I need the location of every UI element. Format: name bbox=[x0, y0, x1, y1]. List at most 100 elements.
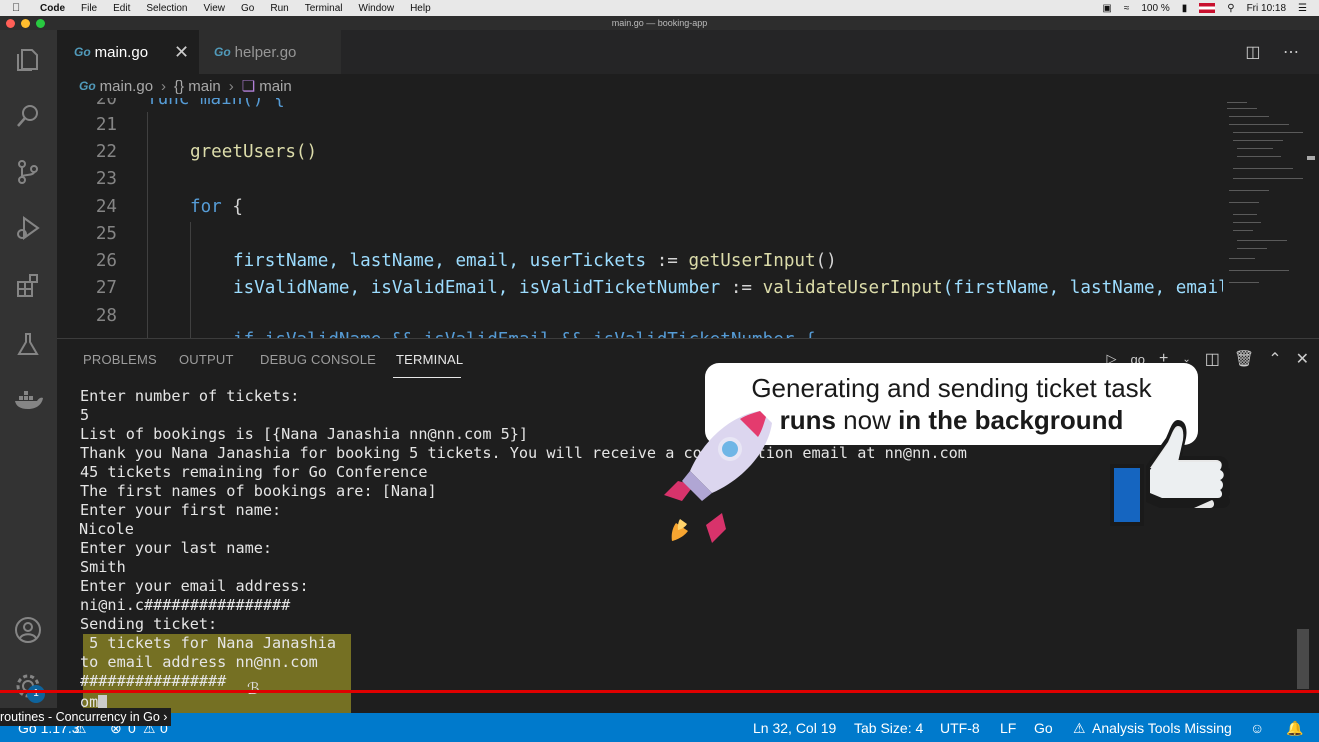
menu-help[interactable]: Help bbox=[410, 3, 431, 14]
line-ending[interactable]: LF bbox=[1000, 720, 1016, 736]
chevron-right-icon: › bbox=[163, 710, 168, 724]
extensions-icon[interactable] bbox=[12, 270, 44, 302]
terminal-scrollbar[interactable] bbox=[1297, 629, 1309, 689]
minimize-window-button[interactable] bbox=[21, 19, 30, 28]
breadcrumb-symbol[interactable]: main bbox=[259, 78, 292, 95]
tab-label: main.go bbox=[94, 43, 149, 61]
battery-status[interactable]: 100 % bbox=[1141, 3, 1169, 14]
menu-file[interactable]: File bbox=[81, 3, 97, 14]
breadcrumb-func[interactable]: {} main bbox=[174, 78, 221, 95]
go-file-icon: Go bbox=[214, 45, 231, 59]
tab-helper-go[interactable]: Go helper.go bbox=[199, 30, 341, 74]
cursor-position[interactable]: Ln 32, Col 19 bbox=[753, 720, 836, 736]
trash-icon[interactable]: 🗑 bbox=[1234, 349, 1254, 369]
tab-size[interactable]: Tab Size: 4 bbox=[854, 720, 923, 736]
indent-guide bbox=[190, 222, 191, 338]
breadcrumb-file[interactable]: main.go bbox=[100, 78, 153, 95]
menu-view[interactable]: View bbox=[204, 3, 226, 14]
line-number: 24 bbox=[95, 197, 117, 217]
terminal-line: to email address nn@nn.com bbox=[80, 653, 318, 671]
go-file-icon: Go bbox=[79, 79, 96, 93]
window-title: main.go — booking-app bbox=[611, 18, 708, 28]
editor-actions: ◫ ⋯ bbox=[1245, 42, 1299, 62]
terminal-line: 45 tickets remaining for Go Conference bbox=[80, 463, 428, 481]
split-editor-icon[interactable]: ◫ bbox=[1245, 44, 1260, 61]
tab-debug-console[interactable]: DEBUG CONSOLE bbox=[260, 352, 376, 367]
flag-icon[interactable] bbox=[1199, 3, 1216, 13]
explorer-icon[interactable] bbox=[12, 44, 44, 76]
terminal-line: Thank you Nana Janashia for booking 5 ti… bbox=[80, 444, 967, 462]
line-number: 22 bbox=[95, 142, 117, 162]
code-line: greetUsers() bbox=[190, 142, 318, 162]
terminal-line: ni@ni.c################ bbox=[80, 596, 291, 614]
language-mode[interactable]: Go bbox=[1034, 720, 1053, 736]
analysis-tools-status[interactable]: Analysis Tools Missing bbox=[1092, 720, 1232, 736]
editor-tab-bar: Go main.go ✕ Go helper.go ◫ ⋯ bbox=[57, 30, 1319, 74]
line-number: 20 bbox=[95, 98, 117, 109]
source-control-icon[interactable] bbox=[12, 156, 44, 188]
feedback-icon[interactable]: ☺ bbox=[1250, 720, 1264, 736]
bell-icon[interactable]: 🔔 bbox=[1286, 720, 1303, 737]
close-icon[interactable]: ✕ bbox=[174, 42, 189, 63]
menu-selection[interactable]: Selection bbox=[146, 3, 187, 14]
line-number: 27 bbox=[95, 278, 117, 298]
cube-icon: ❏ bbox=[241, 78, 256, 95]
accounts-icon[interactable] bbox=[12, 614, 44, 646]
active-tab-indicator bbox=[393, 377, 461, 378]
menu-window[interactable]: Window bbox=[359, 3, 395, 14]
encoding[interactable]: UTF-8 bbox=[940, 720, 980, 736]
code-editor[interactable]: 20 func main() { 21 22 greetUsers() 23 2… bbox=[57, 98, 1223, 338]
terminal-line: Enter your first name: bbox=[80, 501, 282, 519]
terminal-line: ################ bbox=[80, 672, 227, 690]
code-line: firstName, lastName, email, userTickets … bbox=[233, 251, 837, 271]
go-file-icon: Go bbox=[74, 45, 91, 59]
video-chapter-title[interactable]: routines - Concurrency in Go › bbox=[0, 708, 172, 726]
code-line: if isValidName && isValidEmail && isVali… bbox=[233, 330, 816, 338]
menu-terminal[interactable]: Terminal bbox=[305, 3, 343, 14]
thumbs-up-icon bbox=[1110, 420, 1230, 526]
zoom-window-button[interactable] bbox=[36, 19, 45, 28]
code-line: isValidName, isValidEmail, isValidTicket… bbox=[233, 278, 1223, 298]
close-panel-icon[interactable]: ✕ bbox=[1296, 349, 1309, 369]
line-number: 26 bbox=[95, 251, 117, 271]
tab-output[interactable]: OUTPUT bbox=[179, 352, 234, 367]
text-cursor-icon: ℬ bbox=[247, 679, 260, 699]
tab-main-go[interactable]: Go main.go ✕ bbox=[57, 30, 199, 74]
spotlight-icon[interactable]: ⚲ bbox=[1227, 3, 1234, 14]
chevron-right-icon: › bbox=[161, 77, 167, 95]
tab-terminal[interactable]: TERMINAL bbox=[396, 352, 463, 367]
chevron-right-icon: › bbox=[228, 77, 234, 95]
apple-icon[interactable]:  bbox=[12, 2, 26, 14]
menu-edit[interactable]: Edit bbox=[113, 3, 130, 14]
control-center-icon[interactable]: ☰ bbox=[1298, 3, 1307, 14]
testing-icon[interactable] bbox=[12, 328, 44, 360]
split-terminal-icon[interactable]: ◫ bbox=[1205, 349, 1220, 369]
terminal-line: List of bookings is [{Nana Janashia nn@n… bbox=[80, 425, 529, 443]
minimap[interactable] bbox=[1223, 98, 1319, 338]
battery-icon: ▮ bbox=[1181, 2, 1188, 14]
docker-icon[interactable] bbox=[12, 384, 44, 416]
search-icon[interactable] bbox=[12, 100, 44, 132]
code-line: for { bbox=[190, 197, 243, 217]
wifi-icon[interactable]: ≈ bbox=[1124, 3, 1130, 14]
run-debug-icon[interactable] bbox=[12, 212, 44, 244]
menu-go[interactable]: Go bbox=[241, 3, 254, 14]
terminal-line: Enter your email address: bbox=[80, 577, 309, 595]
more-actions-icon[interactable]: ⋯ bbox=[1283, 44, 1299, 61]
clock[interactable]: Fri 10:18 bbox=[1247, 3, 1286, 14]
menu-app[interactable]: Code bbox=[40, 3, 65, 14]
tab-problems[interactable]: PROBLEMS bbox=[83, 352, 157, 367]
maximize-panel-icon[interactable]: ⌃ bbox=[1268, 349, 1281, 369]
screen-record-icon[interactable]: ▣ bbox=[1102, 3, 1111, 14]
terminal-line: Sending ticket: bbox=[80, 615, 218, 633]
video-progress-bar[interactable] bbox=[0, 690, 1319, 693]
line-number: 21 bbox=[95, 115, 117, 135]
activity-bar bbox=[0, 30, 57, 713]
settings-update-badge: 1 bbox=[27, 685, 45, 703]
line-number: 23 bbox=[95, 169, 117, 189]
line-number: 28 bbox=[95, 306, 117, 326]
menu-run[interactable]: Run bbox=[270, 3, 288, 14]
terminal-line: Nicole bbox=[79, 520, 134, 538]
close-window-button[interactable] bbox=[6, 19, 15, 28]
code-line: func main() { bbox=[147, 98, 285, 109]
